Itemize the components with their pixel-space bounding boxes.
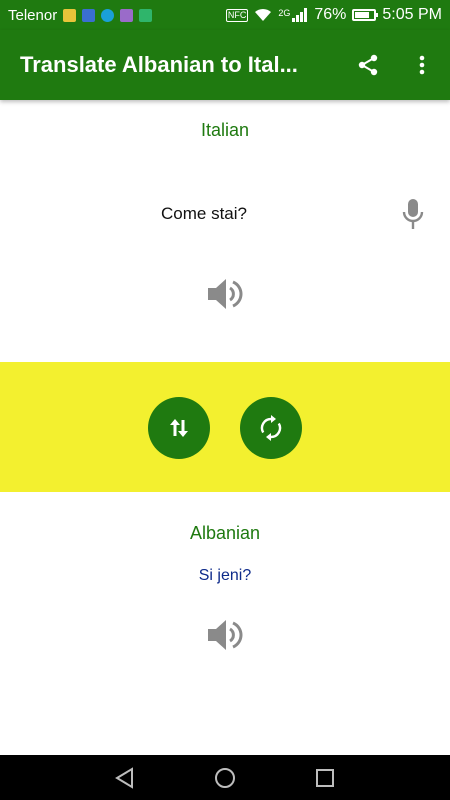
target-language-label[interactable]: Albanian xyxy=(0,523,450,544)
wifi-icon xyxy=(255,8,272,21)
recents-button[interactable] xyxy=(311,764,339,792)
app-title: Translate Albanian to Ital... xyxy=(20,52,298,77)
gallery-icon xyxy=(120,8,134,22)
home-button[interactable] xyxy=(211,764,239,792)
navigation-bar xyxy=(0,755,450,800)
swap-vertical-icon xyxy=(170,419,188,437)
broom-icon xyxy=(63,8,77,22)
target-speaker-button[interactable] xyxy=(205,617,245,653)
microphone-icon xyxy=(402,199,424,229)
refresh-icon xyxy=(260,415,282,441)
battery-icon xyxy=(352,9,379,21)
app-actions xyxy=(350,30,440,100)
chat-icon xyxy=(101,8,115,22)
battery-fill xyxy=(355,12,370,18)
speaker-icon xyxy=(208,620,243,650)
download-icon xyxy=(139,8,153,22)
controls-band xyxy=(0,362,450,492)
status-bar: Telenor NFC 2G 76% 5:05 PM xyxy=(0,0,450,30)
screen: Telenor NFC 2G 76% 5:05 PM Translate Alb… xyxy=(0,0,450,800)
more-options-button[interactable] xyxy=(404,47,440,83)
status-left: Telenor xyxy=(8,6,153,24)
more-vert-icon xyxy=(419,55,425,75)
source-text-input[interactable]: Come stai? xyxy=(0,204,408,224)
back-button[interactable] xyxy=(111,764,139,792)
clock: 5:05 PM xyxy=(382,6,442,23)
source-speaker-button[interactable] xyxy=(205,276,245,312)
messenger-icon xyxy=(82,8,96,22)
microphone-button[interactable] xyxy=(398,198,428,232)
home-icon xyxy=(215,767,235,788)
source-language-label[interactable]: Italian xyxy=(0,120,450,141)
carrier-name: Telenor xyxy=(8,6,58,24)
nfc-icon: NFC xyxy=(225,8,249,22)
recents-icon xyxy=(316,768,334,787)
share-icon xyxy=(358,54,378,76)
back-icon xyxy=(115,766,133,789)
battery-percent: 76% xyxy=(314,6,347,23)
app-bar: Translate Albanian to Ital... xyxy=(0,30,450,100)
signal-icon xyxy=(292,8,308,22)
status-right: NFC 2G 76% 5:05 PM xyxy=(225,6,442,24)
translated-text: Si jeni? xyxy=(198,567,252,584)
share-button[interactable] xyxy=(350,47,386,83)
swap-languages-button[interactable] xyxy=(148,397,210,459)
refresh-translation-button[interactable] xyxy=(240,397,302,459)
network-type: 2G xyxy=(278,8,291,18)
speaker-icon xyxy=(208,279,243,309)
